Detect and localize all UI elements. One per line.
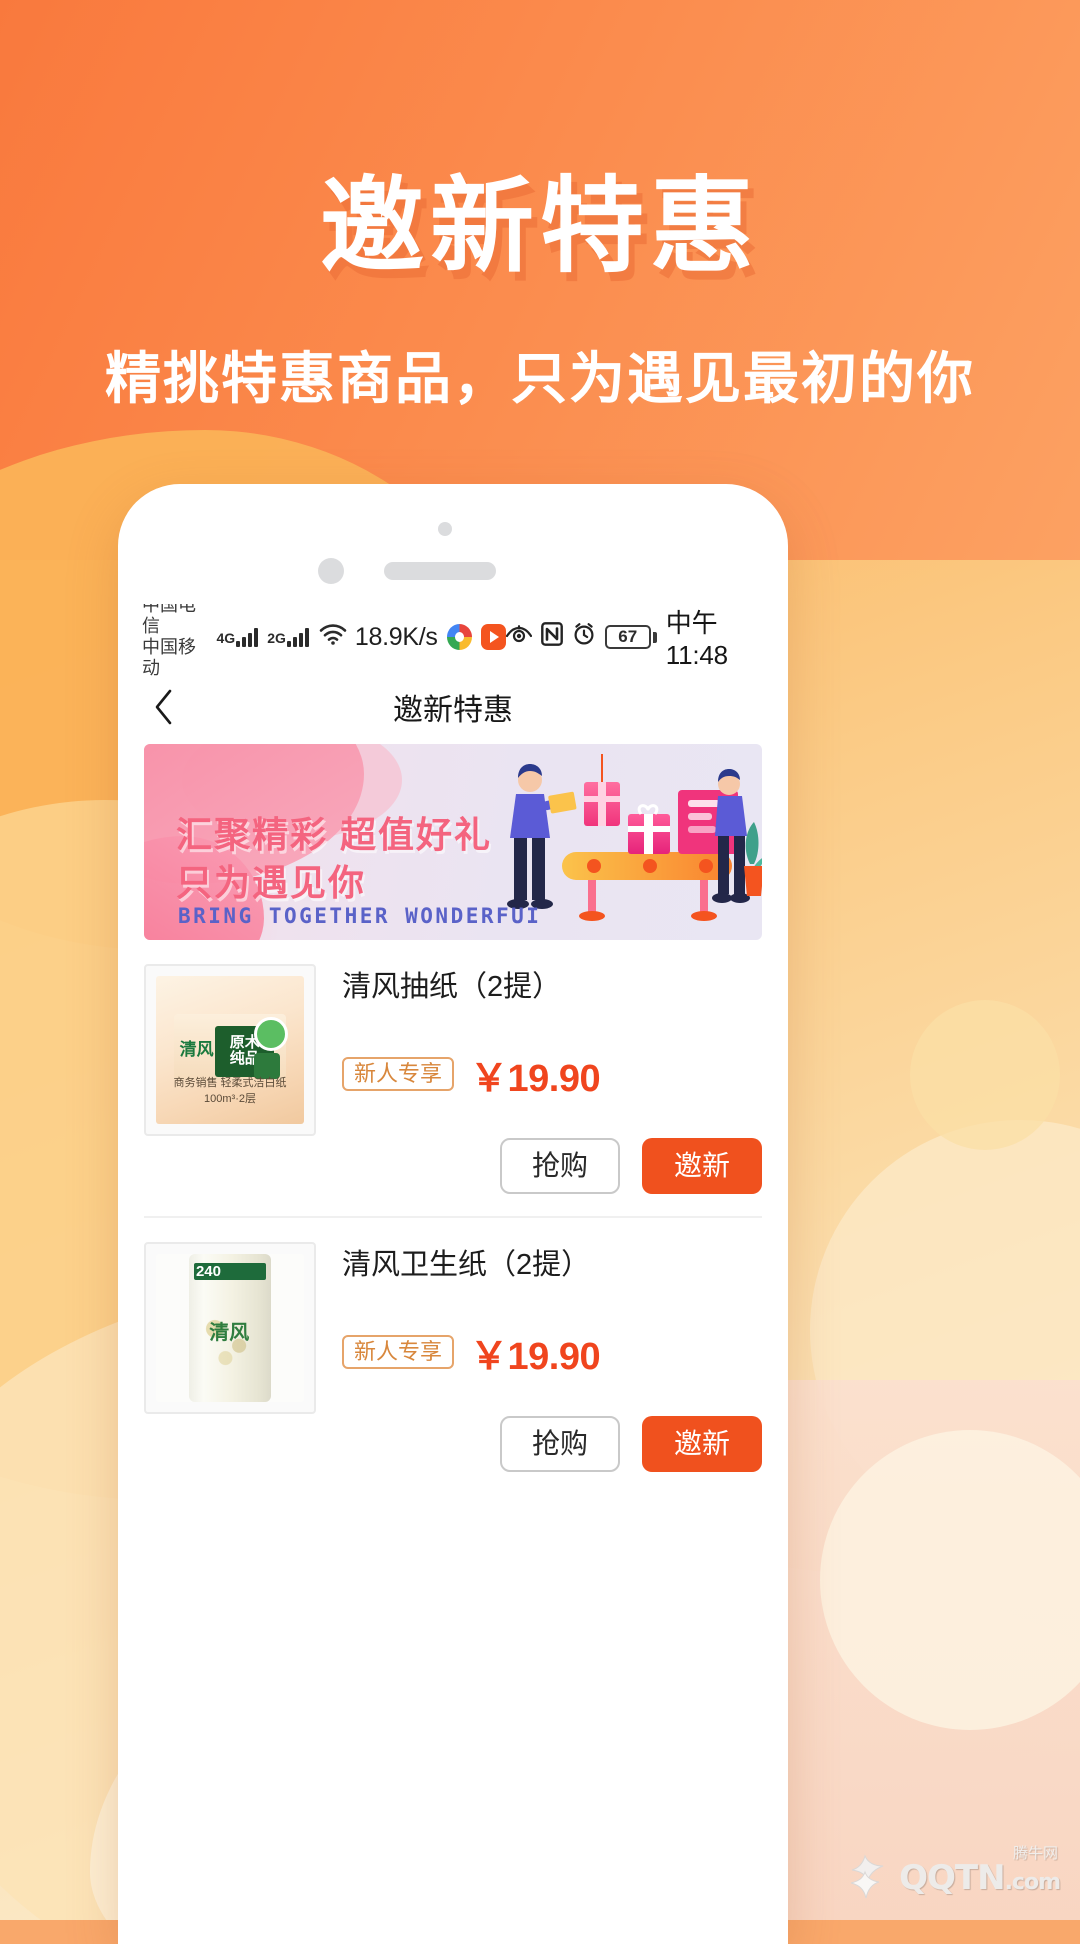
watermark-logo-icon [839,1852,891,1904]
product-price-row: 新人专享 ￥19.90 [342,1047,762,1102]
nfc-icon [540,622,563,652]
phone-speaker-grille [384,562,496,580]
decorative-blob [910,1000,1060,1150]
alarm-icon [572,622,596,652]
wifi-icon [318,622,348,652]
product-list: 清风 原木 纯品 商务销售 轻柔式洁白纸 100m³·2层 清风抽纸（2提） 新… [118,940,788,1494]
banner-english-tagline: BRING TOGETHER WONDERFUI [178,904,542,928]
watermark-brand-suffix: .com [1004,1870,1061,1895]
product-price: ￥19.90 [470,1047,601,1102]
poster-subtitle: 精挑特惠商品，只为遇见最初的你 [105,347,975,412]
quality-seal-icon [253,1017,288,1052]
product-name: 清风抽纸（2提） [342,971,562,1003]
carrier-labels: 中国电信 中国移动 [142,604,212,679]
watermark: 腾牛网 QQTN.com [839,1845,1061,1904]
product-brand-label: 清风 [209,1321,250,1344]
eye-icon [505,624,532,651]
buy-button[interactable]: 抢购 [499,1415,620,1472]
signal-bars-icon [286,627,309,647]
product-name: 清风卫生纸（2提） [342,1248,591,1281]
banner-headline-line1: 汇聚精彩 超值好礼 [176,814,493,855]
battery-level-label: 67 [604,625,651,649]
product-price-row: 新人专享 ￥19.90 [342,1325,762,1380]
toilet-roll-icon: 240 清风 [156,1253,304,1402]
product-list-item[interactable]: 清风 原木 纯品 商务销售 轻柔式洁白纸 100m³·2层 清风抽纸（2提） 新… [144,940,762,1216]
status-bar: 中国电信 中国移动 4G 2G 18.9K/s 67 中午11:48 [118,604,788,678]
poster-title: 邀新特惠 [319,165,760,287]
status-bar-clock: 中午11:48 [665,608,728,670]
back-button[interactable] [140,683,188,731]
banner-section: 汇聚精彩 超值好礼 只为遇见你 BRING TOGETHER WONDERFUI [118,744,788,940]
carrier-primary-label: 中国电信 [142,604,196,636]
product-thumbnail[interactable]: 清风 原木 纯品 商务销售 轻柔式洁白纸 100m³·2层 [144,964,316,1136]
roll-count-label: 240 [195,1263,221,1281]
phone-sensor-dot [438,522,452,536]
promo-banner[interactable]: 汇聚精彩 超值好礼 只为遇见你 BRING TOGETHER WONDERFUI [144,744,762,940]
app-navigation-bar: 邀新特惠 [118,670,788,744]
page-title: 邀新特惠 [393,694,513,727]
network-type-primary: 4G [216,630,236,646]
front-camera-icon [318,558,344,584]
product-actions: 抢购 邀新 [342,1415,762,1472]
battery-icon: 67 [604,625,657,649]
price-value: 19.90 [507,1335,601,1378]
phone-earpiece-row [118,522,788,584]
currency-symbol: ￥ [470,1335,508,1378]
watermark-subtitle: 腾牛网 [1012,1845,1058,1862]
signal-secondary: 2G [267,627,309,647]
status-badge: 新人专享 [342,1335,455,1370]
network-speed-label: 18.9K/s [354,622,438,651]
price-value: 19.90 [507,1057,601,1100]
signal-primary: 4G [217,627,259,647]
product-info: 清风抽纸（2提） 新人专享 ￥19.90 抢购 邀新 [316,964,762,1194]
watermark-text-wrap: 腾牛网 QQTN.com [899,1845,1061,1898]
product-list-item[interactable]: 240 清风 清风卫生纸（2提） 新人专享 ￥19.90 抢购 邀新 [144,1215,762,1494]
banner-headline-line2: 只为遇见你 [176,862,367,903]
product-price: ￥19.90 [470,1325,601,1380]
watermark-brand-name: QQTN [899,1858,1005,1898]
status-badge: 新人专享 [342,1057,455,1092]
status-bar-right: 67 中午11:48 [505,604,770,671]
phone-screen: 中国电信 中国移动 4G 2G 18.9K/s 67 中午11:48 邀新特惠 … [118,604,788,1944]
product-info: 清风卫生纸（2提） 新人专享 ￥19.90 抢购 邀新 [316,1242,762,1472]
signal-bars-icon [236,627,259,647]
invite-button[interactable]: 邀新 [641,1137,762,1194]
buy-button[interactable]: 抢购 [499,1137,620,1194]
video-app-icon [480,624,506,650]
product-brand-label: 清风 [179,1040,214,1060]
battery-cap [652,631,657,643]
chrome-app-icon [446,624,472,650]
product-thumbnail[interactable]: 240 清风 [144,1241,316,1414]
phone-mockup: 中国电信 中国移动 4G 2G 18.9K/s 67 中午11:48 邀新特惠 … [118,484,788,1944]
product-actions: 抢购 邀新 [342,1137,762,1194]
network-type-secondary: 2G [267,630,286,646]
tissue-pack-icon: 清风 原木 纯品 商务销售 轻柔式洁白纸 100m³·2层 [156,976,304,1124]
chevron-left-icon [155,689,172,725]
pack-caption: 商务销售 轻柔式洁白纸 100m³·2层 [173,1077,287,1106]
currency-symbol: ￥ [470,1057,508,1100]
invite-button[interactable]: 邀新 [641,1415,762,1472]
watermark-brand: QQTN.com [899,1858,1061,1898]
